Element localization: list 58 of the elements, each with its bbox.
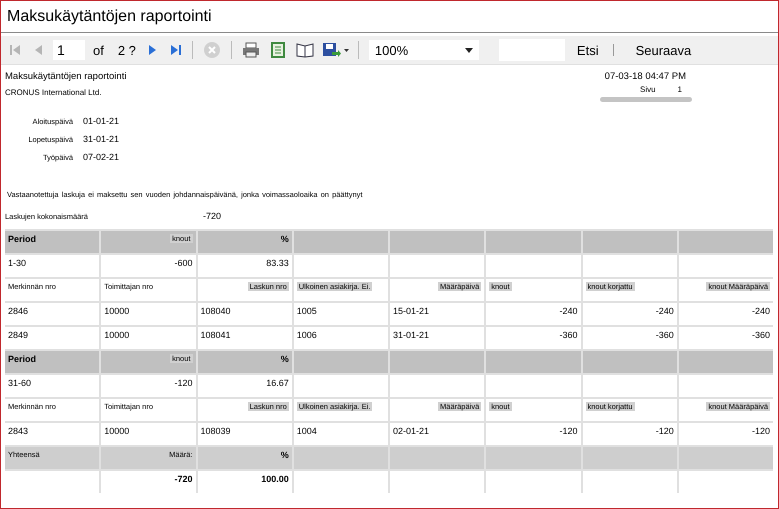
zoom-dropdown[interactable]: 100% — [368, 40, 479, 60]
page-label: Sivu — [640, 85, 656, 94]
table-cell: 02-01-21 — [390, 423, 484, 445]
table-cell: Period — [5, 351, 100, 373]
table-cell: 2846 — [5, 303, 100, 325]
table-cell: 1006 — [294, 327, 388, 349]
table-cell: 2849 — [5, 327, 100, 349]
table-cell: -360 — [678, 327, 773, 349]
field-value: 31-01-21 — [83, 134, 120, 144]
page-number: 1 — [678, 85, 682, 94]
table-cell: -120 — [582, 423, 677, 445]
field-value: 01-01-21 — [83, 116, 120, 126]
table-cell: % — [198, 447, 292, 469]
table-cell: 1005 — [294, 303, 388, 325]
stop-icon — [202, 41, 221, 59]
table-cell: -120 — [486, 423, 580, 445]
field-value: 07-02-21 — [83, 152, 120, 162]
table-cell: -120 — [101, 375, 196, 397]
page-total: 2 ? — [116, 42, 137, 58]
save-icon — [322, 42, 350, 58]
table-cell: 31-01-21 — [390, 327, 484, 349]
find-next-button[interactable]: Seuraava — [634, 42, 694, 58]
last-page-icon — [170, 43, 182, 57]
table-cell: 1-30 — [5, 255, 100, 277]
table-cell: 108041 — [198, 327, 292, 349]
table-cell: 10000 — [101, 423, 196, 445]
table-cell: -360 — [582, 327, 677, 349]
table-cell: 108039 — [198, 423, 292, 445]
total-value: -720 — [203, 211, 222, 221]
table-cell: -240 — [486, 303, 580, 325]
table-cell: -120 — [678, 423, 773, 445]
window-title: Maksukäytäntöjen raportointi — [7, 8, 212, 26]
of-label: of — [92, 42, 105, 58]
company-name: CRONUS International Ltd. — [5, 88, 102, 97]
find-button[interactable]: Etsi — [574, 42, 601, 58]
table-cell: % — [198, 351, 292, 373]
table-cell: % — [198, 231, 292, 253]
table-cell: -600 — [101, 255, 196, 277]
table-cell: 31-60 — [5, 375, 100, 397]
table-cell: 15-01-21 — [390, 303, 484, 325]
table-cell: Period — [5, 231, 100, 253]
print-date: 07-03-18 04:47 PM — [604, 71, 686, 82]
table-cell: -360 — [486, 327, 580, 349]
table-cell: 2843 — [5, 423, 100, 445]
table-cell: 1004 — [294, 423, 388, 445]
table-cell: 16.67 — [198, 375, 292, 397]
table-cell: -240 — [678, 303, 773, 325]
table-cell: -720 — [101, 471, 196, 493]
table-cell: 83.33 — [198, 255, 292, 277]
caret-icon — [464, 48, 473, 52]
first-page-icon — [9, 43, 21, 57]
report-title: Maksukäytäntöjen raportointi — [5, 71, 126, 82]
table-cell: 10000 — [101, 303, 196, 325]
table-cell: 10000 — [101, 327, 196, 349]
page-number-field[interactable]: 1 — [53, 40, 85, 60]
table-cell: 100.00 — [198, 471, 292, 493]
table-cell: -240 — [582, 303, 677, 325]
table-cell: 108040 — [198, 303, 292, 325]
